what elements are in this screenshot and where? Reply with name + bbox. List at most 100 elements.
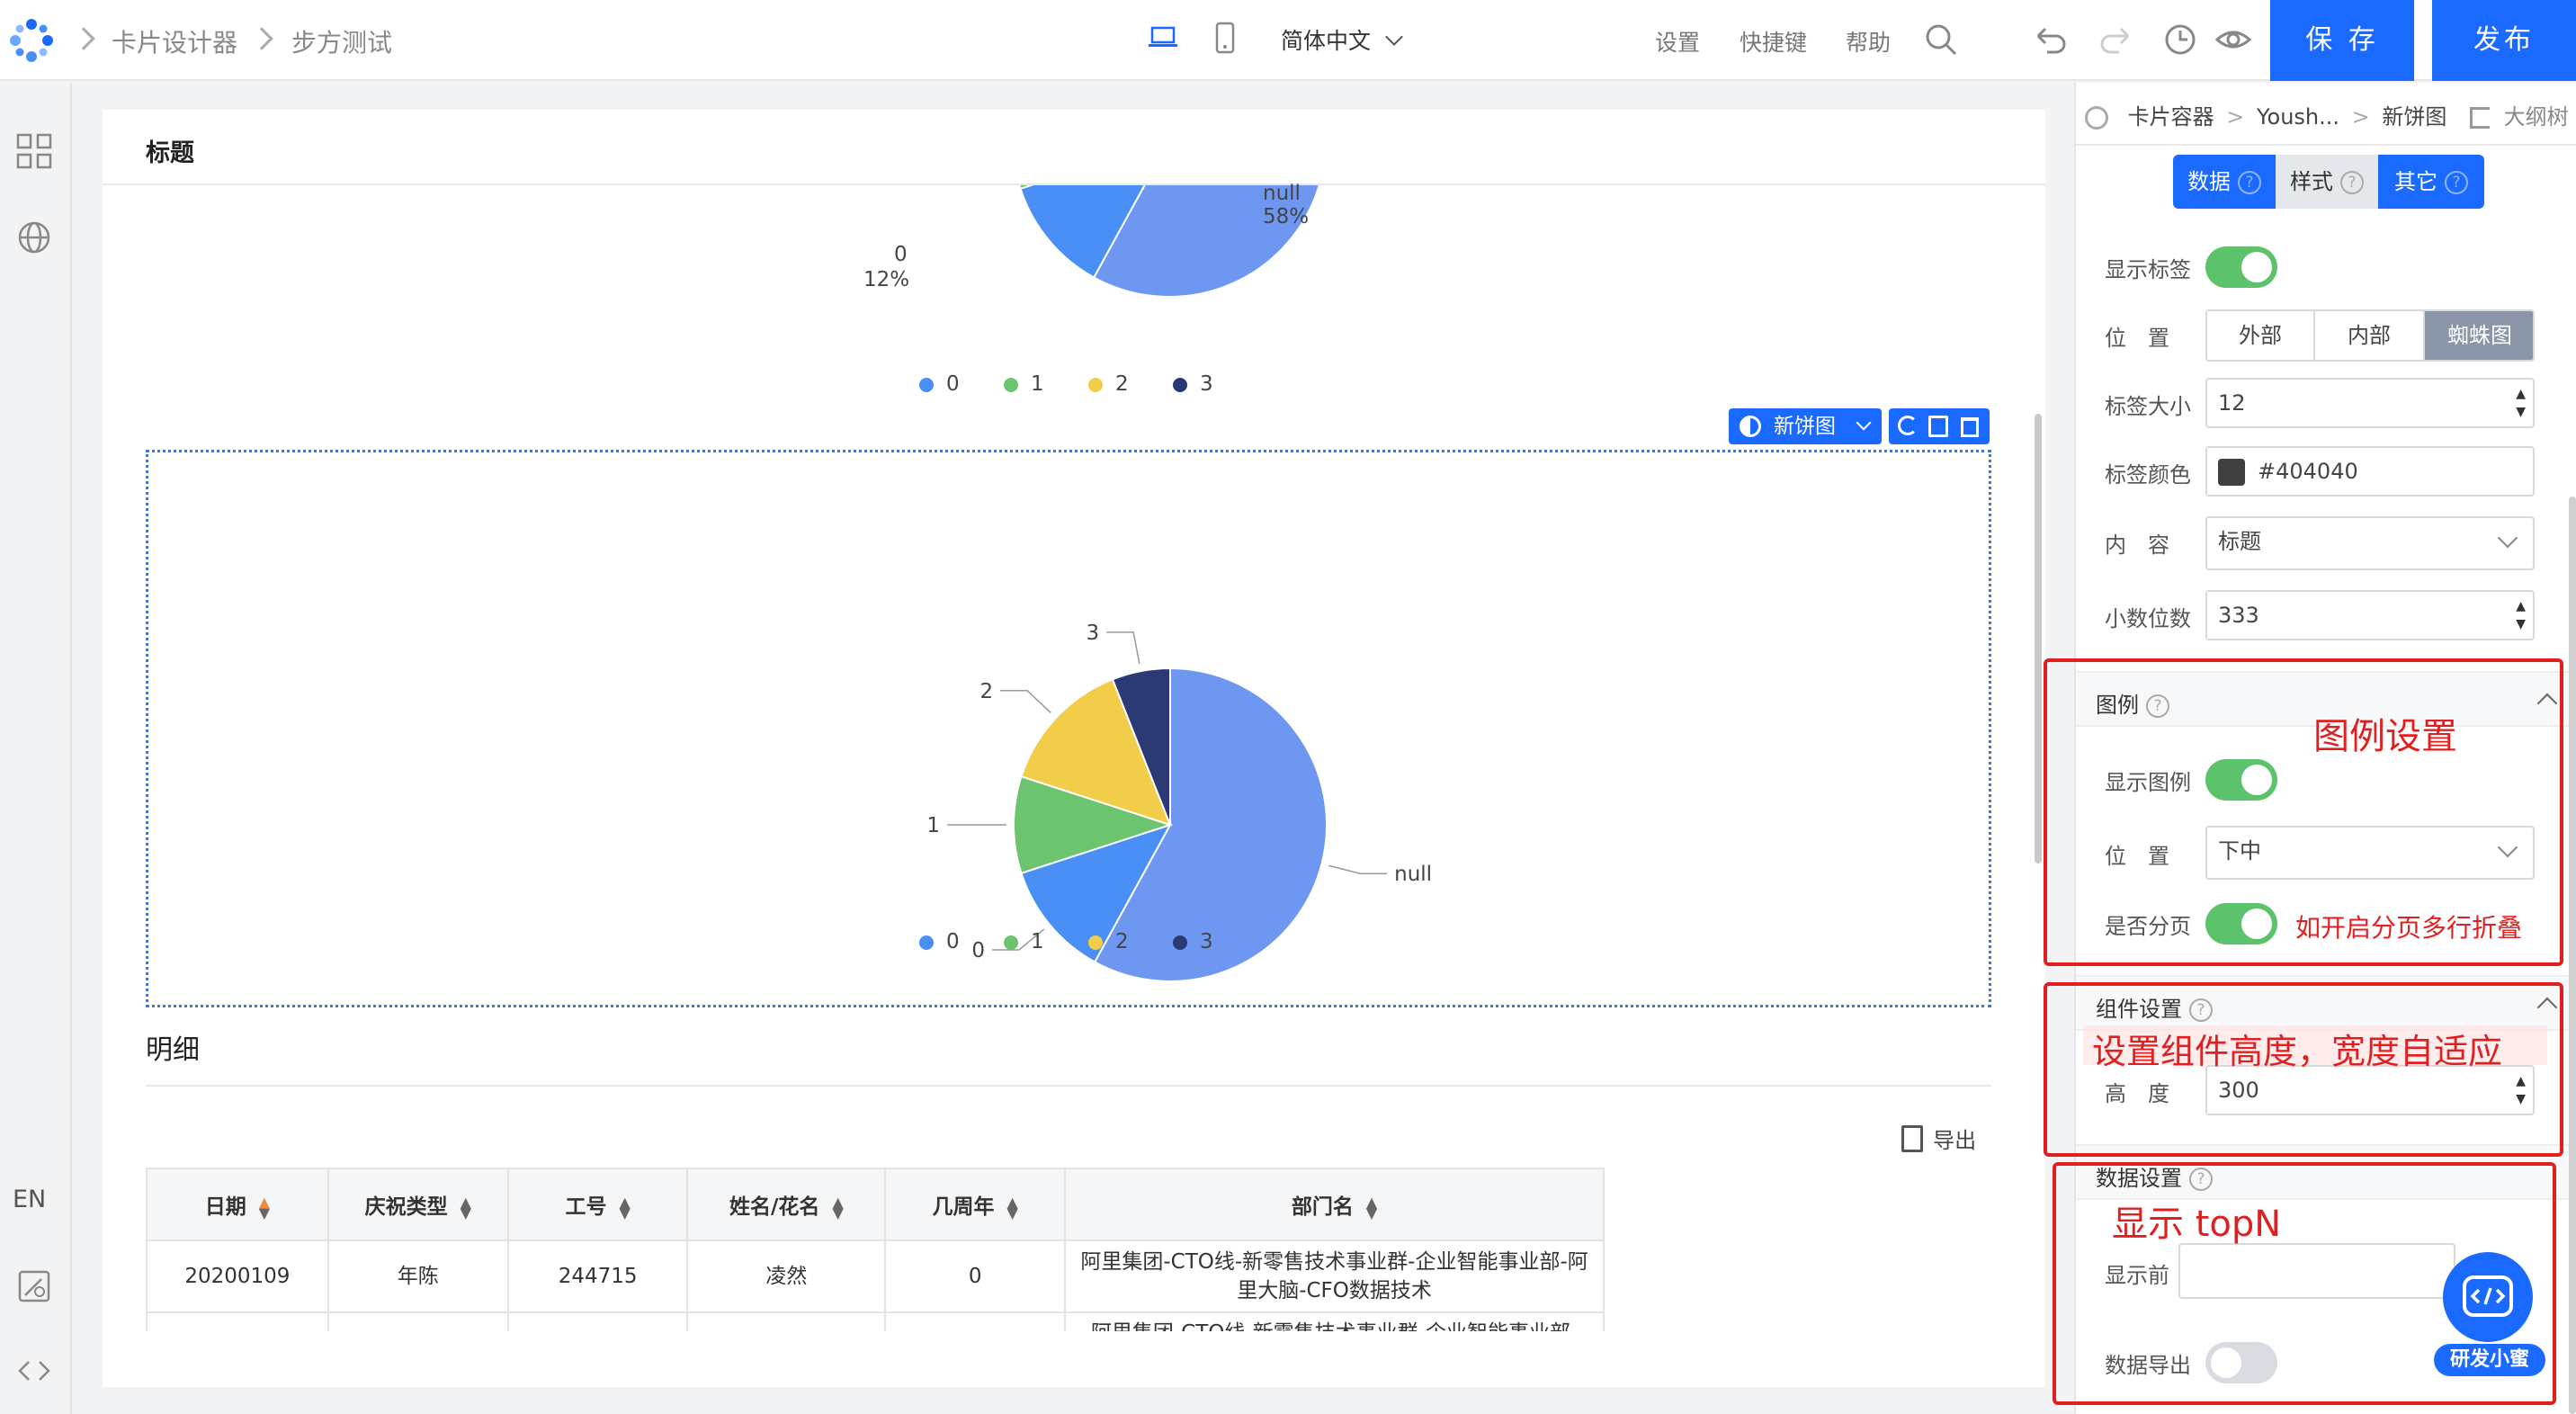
refresh-icon[interactable]	[1898, 416, 1918, 435]
breadcrumb-item[interactable]: 新饼图	[2382, 104, 2446, 130]
components-grid-icon[interactable]	[14, 131, 54, 171]
search-icon[interactable]	[1923, 22, 1959, 58]
legend-label: 3	[1200, 372, 1213, 396]
publish-button[interactable]: 发布	[2432, 0, 2576, 81]
code-icon[interactable]	[14, 1351, 54, 1391]
color-swatch[interactable]	[2218, 459, 2245, 486]
sort-icon[interactable]: ▲ ▼	[259, 1195, 270, 1220]
tab-label: 样式	[2290, 169, 2333, 194]
copy-icon[interactable]	[1928, 416, 1948, 437]
content-select[interactable]: 标题	[2205, 516, 2535, 570]
component-type-chip[interactable]: 新饼图	[1729, 408, 1882, 444]
design-canvas: 标题 null 58% 0 12% 0 1 2 3 新饼图 null 0 1 2 3 0…	[103, 110, 2045, 1387]
position-option-inside[interactable]: 内部	[2315, 311, 2425, 360]
stepper-icon[interactable]: ▲ ▼	[2516, 385, 2526, 421]
card-title: 标题	[146, 139, 194, 167]
theme-icon[interactable]	[14, 1266, 54, 1306]
column-header[interactable]: 日期 ▲ ▼	[146, 1168, 329, 1241]
sort-icon[interactable]: ▲ ▼	[1366, 1195, 1377, 1220]
sort-icon[interactable]: ▲ ▼	[461, 1195, 471, 1220]
legend-item[interactable]: 0	[919, 372, 960, 396]
table-header-row: 日期 ▲ ▼ 庆祝类型 ▲ ▼ 工号 ▲ ▼ 姓名/花名 ▲ ▼ 几周年 ▲ ▼ 部门名 ▲ ▼	[146, 1168, 1605, 1241]
left-toolbar: EN	[0, 83, 72, 1414]
breadcrumb-item[interactable]: Yoush...	[2257, 104, 2339, 130]
toggle-knob	[2241, 252, 2272, 282]
component-type-label: 新饼图	[1774, 415, 1836, 438]
sort-icon[interactable]: ▲ ▼	[619, 1195, 630, 1220]
breadcrumb-separator: >	[2351, 104, 2370, 130]
tab-other[interactable]: 其它?	[2378, 155, 2484, 209]
breadcrumb-item[interactable]: 卡片容器	[2128, 104, 2214, 130]
export-label: 导出	[1933, 1128, 1977, 1153]
pie-label: 2	[979, 680, 993, 703]
label-size-input[interactable]: 12 ▲ ▼	[2205, 378, 2535, 428]
show-label-toggle[interactable]	[2205, 246, 2277, 288]
language-select[interactable]: 简体中文	[1281, 23, 1404, 56]
column-header[interactable]: 工号 ▲ ▼	[506, 1168, 689, 1241]
desktop-view-icon[interactable]	[1148, 25, 1178, 50]
column-header[interactable]: 部门名 ▲ ▼	[1064, 1168, 1605, 1241]
column-label: 姓名/花名	[729, 1195, 820, 1219]
column-header[interactable]: 姓名/花名 ▲ ▼	[686, 1168, 887, 1241]
pie-label-line	[1328, 864, 1388, 874]
panel-scrollbar[interactable]	[2569, 497, 2576, 1414]
table-cell	[686, 1311, 887, 1331]
sort-icon[interactable]: ▲ ▼	[1007, 1195, 1018, 1220]
input-value: 12	[2218, 390, 2246, 416]
stepper-icon[interactable]: ▲ ▼	[2516, 597, 2526, 633]
save-button[interactable]: 保 存	[2270, 0, 2414, 81]
logo-icon[interactable]	[7, 16, 56, 65]
pie-chart-2-legend: 0 1 2 3	[919, 930, 1297, 957]
table-cell: 244715	[506, 1239, 689, 1313]
chevron-right-icon	[72, 27, 95, 50]
legend-dot	[1088, 935, 1103, 950]
breadcrumb-current-page[interactable]: 步方测试	[291, 23, 392, 59]
position-segmented: 外部 内部 蜘蛛图	[2205, 309, 2535, 362]
table-row[interactable]: 阿里集团-CTO线-新零售技术事业群-企业智能事业部-	[146, 1311, 1605, 1331]
export-button[interactable]: 导出	[1901, 1123, 1976, 1159]
delete-icon[interactable]	[1961, 417, 1979, 437]
column-header[interactable]: 庆祝类型 ▲ ▼	[326, 1168, 509, 1241]
legend-dot	[1088, 377, 1103, 392]
pie1-label-12: 12%	[863, 268, 910, 291]
outline-tree-button[interactable]: 大纲树	[2470, 99, 2569, 130]
language-toggle-en[interactable]: EN	[13, 1186, 46, 1213]
table-cell: 阿里集团-CTO线-新零售技术事业群-企业智能事业部-	[1064, 1311, 1605, 1331]
history-icon[interactable]	[2162, 22, 2198, 58]
help-icon[interactable]: ?	[2445, 171, 2468, 194]
globe-icon[interactable]	[14, 218, 54, 257]
preview-eye-icon[interactable]	[2214, 22, 2252, 58]
position-option-outside[interactable]: 外部	[2207, 311, 2315, 360]
table-cell: 阿里集团-CTO线-新零售技术事业群-企业智能事业部-阿里大脑-CFO数据技术	[1064, 1239, 1605, 1313]
label-color-input[interactable]: #404040	[2205, 446, 2535, 497]
help-icon[interactable]: ?	[2238, 171, 2261, 194]
position-option-spider[interactable]: 蜘蛛图	[2425, 311, 2533, 360]
table-row[interactable]: 20200109 年陈 244715 凌然 0 阿里集团-CTO线-新零售技术事…	[146, 1239, 1605, 1313]
legend-item[interactable]: 0	[919, 930, 960, 953]
column-header[interactable]: 几周年 ▲ ▼	[884, 1168, 1067, 1241]
legend-item[interactable]: 2	[1088, 930, 1129, 953]
sort-icon[interactable]: ▲ ▼	[832, 1195, 843, 1220]
selected-component-frame[interactable]: null 0 1 2 3	[146, 450, 1991, 1007]
export-icon	[1901, 1124, 1923, 1152]
help-icon[interactable]: ?	[2340, 171, 2364, 194]
breadcrumb-card-designer[interactable]: 卡片设计器	[112, 23, 237, 59]
chevron-down-icon	[1856, 415, 1872, 431]
tab-data[interactable]: 数据?	[2173, 155, 2276, 209]
redo-icon[interactable]	[2097, 23, 2133, 56]
help-link[interactable]: 帮助	[1846, 25, 1891, 58]
legend-item[interactable]: 3	[1173, 372, 1213, 396]
undo-icon[interactable]	[2033, 23, 2069, 56]
legend-item[interactable]: 1	[1004, 930, 1044, 953]
legend-item[interactable]: 2	[1088, 372, 1129, 396]
decimals-input[interactable]: 333 ▲ ▼	[2205, 590, 2535, 640]
tab-label: 其它	[2394, 169, 2437, 194]
tab-style[interactable]: 样式?	[2276, 155, 2378, 209]
legend-item[interactable]: 1	[1004, 372, 1044, 396]
canvas-scrollbar[interactable]	[2035, 414, 2042, 864]
settings-link[interactable]: 设置	[1655, 25, 1700, 58]
mobile-view-icon[interactable]	[1214, 22, 1236, 54]
shortcuts-link[interactable]: 快捷键	[1740, 25, 1807, 58]
legend-item[interactable]: 3	[1173, 930, 1213, 953]
column-label: 日期	[204, 1195, 246, 1219]
